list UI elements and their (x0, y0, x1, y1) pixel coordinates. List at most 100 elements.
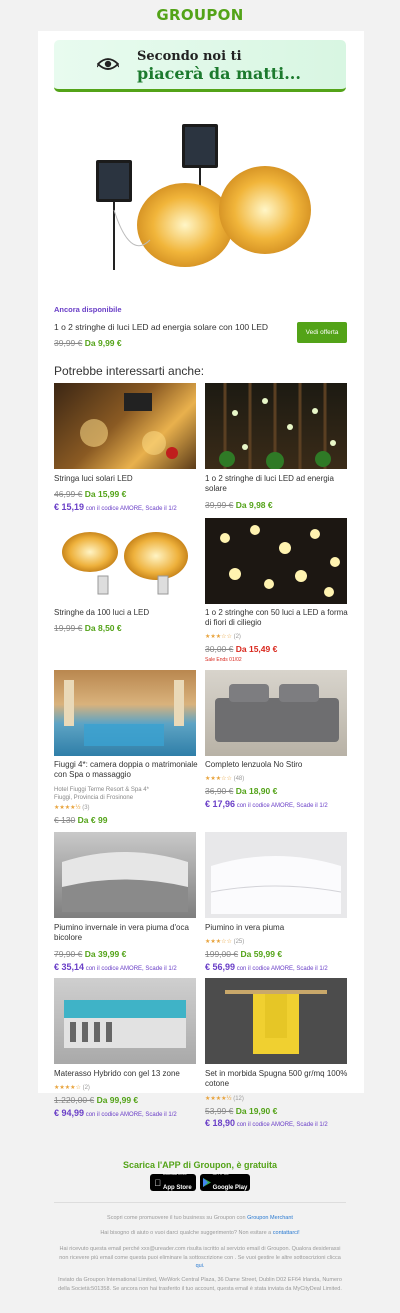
footer-help: Hai bisogno di aiuto o vuoi darci qualch… (0, 1229, 400, 1238)
view-offer-button[interactable]: Vedi offerta (297, 322, 347, 343)
product-image-solar-led[interactable] (205, 383, 347, 469)
product-title[interactable]: Fiuggi 4*: camera doppia o matrimoniale … (54, 760, 198, 781)
code-price: € 94,99 (54, 1108, 85, 1118)
hotel-name: Hotel Fiuggi Terme Resort & Spa 4* (54, 787, 149, 793)
old-price: 30,00 € (205, 644, 234, 654)
rating-stars: ★★★☆☆ (2) (205, 633, 241, 640)
product-title[interactable]: Completo lenzuola No Stiro (205, 760, 349, 770)
google-play-small-label: GET IT ON (212, 1171, 229, 1176)
product-image-spa-hotel[interactable] (54, 670, 196, 756)
old-price: 39,99 € (54, 338, 83, 348)
footer-divider (54, 1202, 346, 1203)
rating-stars: ★★★★☆ (2) (54, 1084, 90, 1091)
product-image-goose-down[interactable] (54, 832, 196, 918)
old-price: 36,90 € (205, 786, 234, 796)
product-price: 30,00 € Da 15,49 € (205, 644, 277, 654)
product-title[interactable]: Piumino invernale in vera piuma d'oca bi… (54, 923, 198, 944)
google-play-icon (202, 1178, 211, 1187)
code-text: con il codice AMORE, Scade il 1/2 (236, 966, 328, 972)
new-price: Da 99,99 € (96, 1095, 139, 1105)
hero-heading-line1: Secondo noi ti (137, 49, 242, 64)
code-price: € 18,90 (205, 1118, 236, 1128)
star-icons: ★★★☆☆ (205, 776, 232, 782)
product-price: 53,99 € Da 19,90 € (205, 1106, 277, 1116)
old-price: € 130 (54, 815, 76, 825)
product-image-bed-sheets[interactable] (205, 670, 347, 756)
product-price: 46,99 € Da 15,99 € (54, 489, 126, 499)
product-price: 199,00 € Da 59,99 € (205, 949, 282, 959)
google-play-button[interactable]: GET IT ON Google Play (200, 1171, 250, 1191)
main-offer-title[interactable]: 1 o 2 stringhe di luci LED ad energia so… (54, 322, 268, 332)
product-image-solar-string[interactable] (54, 383, 196, 469)
rating-count: (2) (82, 1085, 90, 1091)
old-price: 39,99 € (205, 500, 234, 510)
groupon-logo[interactable]: GROUPON (0, 6, 400, 24)
code-price: € 35,14 (54, 962, 85, 972)
product-image-led-strings[interactable] (54, 518, 196, 604)
product-price: 39,99 € Da 9,98 € (205, 500, 273, 510)
old-price: 1.220,00 € (54, 1095, 95, 1105)
footer-unsubscribe: Hai ricevuto questa email perché xxx@ure… (0, 1245, 400, 1271)
rating-count: (12) (233, 1096, 244, 1102)
product-title[interactable]: 1 o 2 stringhe di luci LED ad energia so… (205, 474, 349, 495)
promo-code-price: € 15,19 con il codice AMORE, Scade il 1/… (54, 502, 177, 512)
footer-legal: Inviato da Groupon International Limited… (58, 1277, 342, 1292)
new-price: Da 9,98 € (235, 500, 273, 510)
rating-count: (2) (233, 634, 241, 640)
product-title[interactable]: Stringhe da 100 luci a LED (54, 608, 198, 618)
product-title[interactable]: Stringa luci solari LED (54, 474, 198, 484)
code-text: con il codice AMORE, Scade il 1/2 (85, 1112, 177, 1118)
promo-code-price: € 56,99 con il codice AMORE, Scade il 1/… (205, 962, 328, 972)
product-title[interactable]: Set in morbida Spugna 500 gr/mq 100% cot… (205, 1069, 349, 1090)
main-product-image[interactable] (90, 120, 312, 278)
rating-stars: ★★★☆☆ (25) (205, 938, 244, 945)
app-store-button[interactable]:  Download on the App Store (150, 1171, 196, 1191)
google-play-label: Google Play (212, 1184, 248, 1191)
rating-count: (48) (233, 776, 245, 782)
product-title[interactable]: Piumino in vera piuma (205, 923, 349, 933)
old-price: 19,99 € (54, 623, 83, 633)
new-price: Da 8,50 € (84, 623, 122, 633)
code-text: con il codice AMORE, Scade il 1/2 (85, 506, 177, 512)
eye-icon (97, 58, 119, 70)
manage-subscriptions-link[interactable]: qui. (196, 1263, 205, 1269)
product-image-duvet[interactable] (205, 832, 347, 918)
promo-code-price: € 94,99 con il codice AMORE, Scade il 1/… (54, 1108, 177, 1118)
code-text: con il codice AMORE, Scade il 1/2 (85, 966, 177, 972)
old-price: 79,90 € (54, 949, 83, 959)
contact-link[interactable]: contattarci! (273, 1230, 300, 1236)
app-download-title: Scarica l'APP di Groupon, è gratuita (122, 1160, 277, 1170)
unsubscribe-text: Hai ricevuto questa email perché xxx@ure… (59, 1246, 341, 1261)
merchant-link[interactable]: Groupon Merchant (247, 1215, 293, 1221)
product-price: 19,99 € Da 8,50 € (54, 623, 122, 633)
hero-heading-line2: piacerà da matti... (137, 64, 301, 83)
rating-stars: ★★★★½ (3) (54, 804, 90, 811)
product-title[interactable]: 1 o 2 stringhe con 50 luci a LED a forma… (205, 608, 349, 629)
promo-code-price: € 18,90 con il codice AMORE, Scade il 1/… (205, 1118, 328, 1128)
rating-count: (25) (233, 939, 245, 945)
star-icons: ★★★★½ (205, 1096, 232, 1102)
star-icons: ★★★☆☆ (205, 634, 232, 640)
help-text: Hai bisogno di aiuto o vuoi darci qualch… (100, 1230, 272, 1236)
code-price: € 56,99 (205, 962, 236, 972)
star-icons: ★★★★½ (54, 805, 81, 811)
code-price: € 15,19 (54, 502, 85, 512)
new-price: Da € 99 (77, 815, 108, 825)
new-price: Da 39,99 € (84, 949, 127, 959)
product-image-mattress[interactable] (54, 978, 196, 1064)
product-price: € 130 Da € 99 (54, 815, 107, 825)
rating-stars: ★★★★½ (12) (205, 1095, 244, 1102)
rating-stars: ★★★☆☆ (48) (205, 775, 244, 782)
merchant-text: Scopri come promuovere il tuo business s… (107, 1215, 246, 1221)
app-store-small-label: Download on the (159, 1171, 187, 1176)
promo-code-price: € 35,14 con il codice AMORE, Scade il 1/… (54, 962, 177, 972)
promo-code-price: € 17,96 con il codice AMORE, Scade il 1/… (205, 799, 328, 809)
section-title: Potrebbe interessarti anche: (54, 364, 205, 378)
product-image-cherry-lights[interactable] (205, 518, 347, 604)
code-text: con il codice AMORE, Scade il 1/2 (236, 1122, 328, 1128)
product-image-towels[interactable] (205, 978, 347, 1064)
apple-icon:  (154, 1178, 161, 1188)
old-price: 199,00 € (205, 949, 239, 959)
code-price: € 17,96 (205, 799, 236, 809)
product-title[interactable]: Materasso Hybrido con gel 13 zone (54, 1069, 198, 1079)
